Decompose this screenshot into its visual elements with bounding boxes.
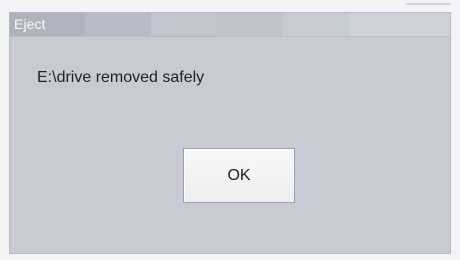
dialog-title: Eject <box>14 16 46 32</box>
eject-dialog: Eject E:\drive removed safely OK <box>9 12 451 254</box>
background-edge <box>390 0 460 12</box>
ok-button[interactable]: OK <box>183 148 295 203</box>
eject-message: E:\drive removed safely <box>37 69 205 86</box>
dialog-title-bar[interactable]: Eject <box>10 13 450 37</box>
